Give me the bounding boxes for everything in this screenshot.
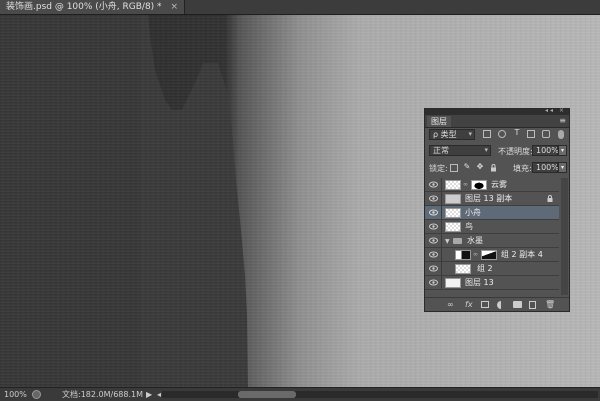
layer-name: 鸟 <box>465 222 473 231</box>
eye-icon[interactable] <box>429 181 438 188</box>
layer-list-scrollbar[interactable] <box>561 178 568 295</box>
layer-row[interactable]: ∞ 云雾 <box>425 178 559 192</box>
tab-layers[interactable]: 图层 <box>427 116 451 127</box>
layer-name: 水墨 <box>467 236 483 245</box>
lock-position-icon[interactable]: ✥ <box>476 163 484 172</box>
blend-mode-value: 正常 <box>433 146 449 155</box>
chain-link-icon[interactable]: ∞ <box>473 251 478 258</box>
lock-all-icon[interactable] <box>489 164 497 172</box>
divider <box>441 262 442 276</box>
chevron-down-icon: ▾ <box>468 130 472 138</box>
divider <box>441 248 442 262</box>
layer-thumbnail <box>445 180 461 190</box>
layer-row[interactable]: 鸟 <box>425 220 559 234</box>
opacity-input[interactable]: 100% <box>532 145 559 156</box>
filter-toggle-icon[interactable] <box>558 130 564 139</box>
eye-icon[interactable] <box>429 195 438 202</box>
divider <box>441 220 442 234</box>
layer-row-selected[interactable]: 小舟 <box>425 206 559 220</box>
divider <box>441 276 442 290</box>
adjustment-filter-icon[interactable] <box>498 130 506 138</box>
layer-row[interactable]: 组 2 <box>425 262 559 276</box>
eye-icon[interactable] <box>429 265 438 272</box>
panel-collapse-close-icon[interactable]: ◂◂ × <box>545 107 566 114</box>
type-filter-icon[interactable]: T <box>513 129 521 138</box>
lock-transparent-icon[interactable] <box>450 164 458 172</box>
lock-label: 锁定: <box>429 164 448 173</box>
lock-image-icon[interactable]: ✎ <box>463 163 471 172</box>
expand-triangle-icon[interactable]: ▼ <box>445 238 450 245</box>
layer-name: 云雾 <box>491 180 507 189</box>
divider <box>441 192 442 206</box>
document-size: 文档:182.0M/688.1M <box>62 390 143 399</box>
layers-panel: ◂◂ × 图层 ≡ ρ 类型 ▾ T 正常 ▾ 不透明度: 100% ▾ 锁定:… <box>424 107 570 312</box>
document-tab-title: 装饰画.psd @ 100% (小舟, RGB/8) * <box>6 2 162 12</box>
scroll-left-icon[interactable]: ◂ <box>157 388 161 401</box>
info-icon[interactable] <box>32 390 41 399</box>
opacity-stepper[interactable]: ▾ <box>558 145 567 156</box>
status-bar: 100% 文档:182.0M/688.1M ▶ ◂ <box>0 387 600 401</box>
folder-icon <box>453 238 462 244</box>
layer-thumbnail <box>445 208 461 218</box>
new-group-icon[interactable] <box>513 301 522 308</box>
document-tab-bar: 装饰画.psd @ 100% (小舟, RGB/8) * × <box>0 0 600 15</box>
layer-row[interactable]: 图层 13 副本 <box>425 192 559 206</box>
panel-menu-icon[interactable]: ≡ <box>559 116 566 126</box>
layer-name: 图层 13 <box>465 278 494 287</box>
zoom-level[interactable]: 100% <box>4 388 27 401</box>
layer-group-row[interactable]: ▼ 水墨 <box>425 234 559 248</box>
layer-mask-thumbnail[interactable] <box>471 180 487 190</box>
image-filter-icon[interactable] <box>483 130 491 138</box>
chain-link-icon[interactable]: ∞ <box>463 181 468 188</box>
layer-thumbnail <box>445 222 461 232</box>
search-icon: ρ <box>433 130 439 139</box>
layer-row[interactable]: ∞ 组 2 副本 4 <box>425 248 559 262</box>
eye-icon[interactable] <box>429 223 438 230</box>
filter-kind-select[interactable]: ρ 类型 ▾ <box>429 129 475 140</box>
layer-thumbnail <box>445 278 461 288</box>
panel-tab-row: 图层 ≡ <box>425 115 569 128</box>
document-tab[interactable]: 装饰画.psd @ 100% (小舟, RGB/8) * × <box>0 0 185 14</box>
eye-icon[interactable] <box>429 251 438 258</box>
fill-label: 填充: <box>513 164 532 173</box>
new-layer-icon[interactable] <box>529 301 536 309</box>
divider <box>441 206 442 220</box>
eye-icon[interactable] <box>429 237 438 244</box>
layer-name: 组 2 <box>477 264 493 273</box>
add-mask-icon[interactable] <box>481 301 489 308</box>
opacity-label: 不透明度: <box>498 147 533 156</box>
layer-thumbnail <box>445 194 461 204</box>
fill-input[interactable]: 100% <box>532 162 559 173</box>
layer-row[interactable]: 图层 13 <box>425 276 559 290</box>
layer-thumbnail <box>455 264 471 274</box>
horizontal-scrollbar[interactable] <box>162 391 598 398</box>
fx-icon[interactable]: fx <box>465 301 473 309</box>
eye-icon[interactable] <box>429 209 438 216</box>
fill-stepper[interactable]: ▾ <box>558 162 567 173</box>
layer-name: 组 2 副本 4 <box>501 250 543 259</box>
divider <box>441 178 442 192</box>
layer-name: 图层 13 副本 <box>465 194 513 203</box>
layer-list: ∞ 云雾 图层 13 副本 小舟 鸟 ▼ 水墨 ∞ 组 2 副本 4 组 2 图… <box>425 178 569 295</box>
layer-thumbnail <box>455 250 471 260</box>
scrollbar-thumb[interactable] <box>238 391 296 398</box>
divider <box>441 234 442 248</box>
close-tab-icon[interactable]: × <box>170 2 178 12</box>
blend-mode-select[interactable]: 正常 ▾ <box>429 145 491 156</box>
layer-name: 小舟 <box>465 208 481 217</box>
panel-footer: ∞ fx 🗑 <box>425 297 569 312</box>
shape-filter-icon[interactable] <box>527 130 535 138</box>
lock-icon <box>547 195 553 202</box>
chevron-down-icon: ▾ <box>484 146 488 154</box>
layer-mask-thumbnail[interactable] <box>481 250 497 260</box>
smart-object-filter-icon[interactable] <box>542 130 550 138</box>
link-layers-icon[interactable]: ∞ <box>447 301 454 309</box>
filter-kind-value: 类型 <box>440 130 457 139</box>
status-menu-arrow-icon[interactable]: ▶ <box>146 388 152 401</box>
adjustment-layer-icon[interactable] <box>497 301 505 309</box>
eye-icon[interactable] <box>429 279 438 286</box>
delete-layer-icon[interactable]: 🗑 <box>545 301 555 309</box>
